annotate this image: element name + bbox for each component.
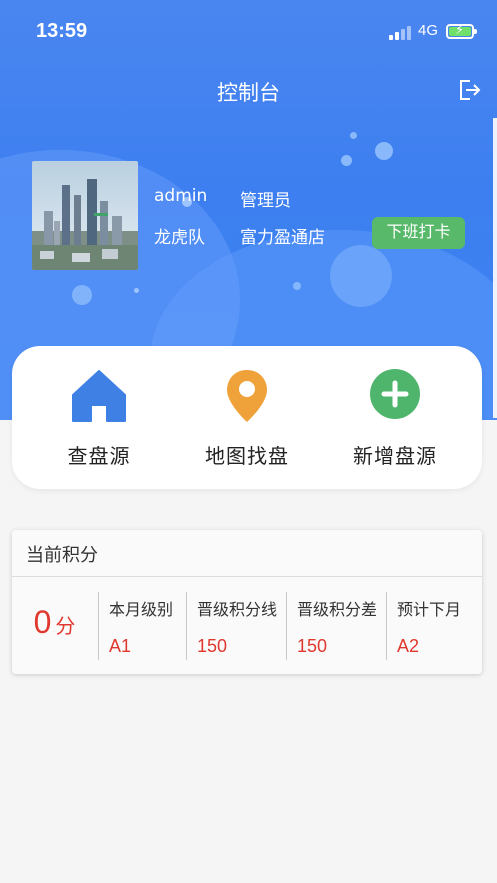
map-pin-icon [227,370,267,422]
column-value: A1 [109,636,132,656]
avatar [32,161,138,270]
column-label: 本月级别 [109,600,174,619]
points-unit: 分 [55,614,76,638]
plus-circle-icon [370,369,420,419]
quick-action-label: 地图找盘 [205,444,289,468]
status-time: 13:59 [36,20,88,42]
quick-actions-panel: 查盘源 地图找盘 新增盘源 [12,346,482,489]
battery-icon: ⚡ [446,23,477,39]
signal-icon [389,26,413,40]
quick-action-map-search[interactable]: 地图找盘 [172,368,322,469]
network-type: 4G [418,22,439,39]
column-value: A2 [397,636,420,656]
points-column: 预计下月 A2 [386,592,482,660]
decor-bubble [341,155,352,166]
decor-bubble [72,285,92,305]
points-card-title: 当前积分 [12,530,482,577]
points-value: 0 [33,604,52,640]
username: admin [154,186,208,206]
decor-bubble [375,142,393,160]
points-column: 晋级积分线 150 [186,592,286,660]
points-column: 晋级积分差 150 [286,592,386,660]
column-value: 150 [197,636,228,656]
points-column: 本月级别 A1 [98,592,186,660]
quick-action-label: 查盘源 [67,444,131,468]
current-points: 0分 [12,604,97,641]
quick-action-label: 新增盘源 [353,444,437,468]
points-card: 当前积分 0分 本月级别 A1 晋级积分线 150 晋级积分差 150 预计下月… [12,530,482,674]
team-name: 龙虎队 [154,228,205,248]
column-label: 晋级积分线 [197,600,278,619]
decor-bubble [134,288,139,293]
quick-action-add-listing[interactable]: 新增盘源 [320,368,470,469]
store-name: 富力盈通店 [240,228,325,248]
decor-bubble [293,282,301,290]
home-icon [72,370,126,422]
page-title: 控制台 [217,81,280,105]
decor-bubble [350,132,357,139]
quick-action-search-listings[interactable]: 查盘源 [24,368,174,469]
logout-icon[interactable] [456,77,482,103]
column-label: 预计下月 [397,600,462,619]
status-bar: 13:59 4G ⚡ [0,0,497,60]
column-label: 晋级积分差 [297,600,378,619]
scroll-indicator [493,118,497,418]
user-role: 管理员 [240,191,291,211]
decor-bubble [330,245,392,307]
clock-out-button[interactable]: 下班打卡 [372,217,465,249]
column-value: 150 [297,636,328,656]
